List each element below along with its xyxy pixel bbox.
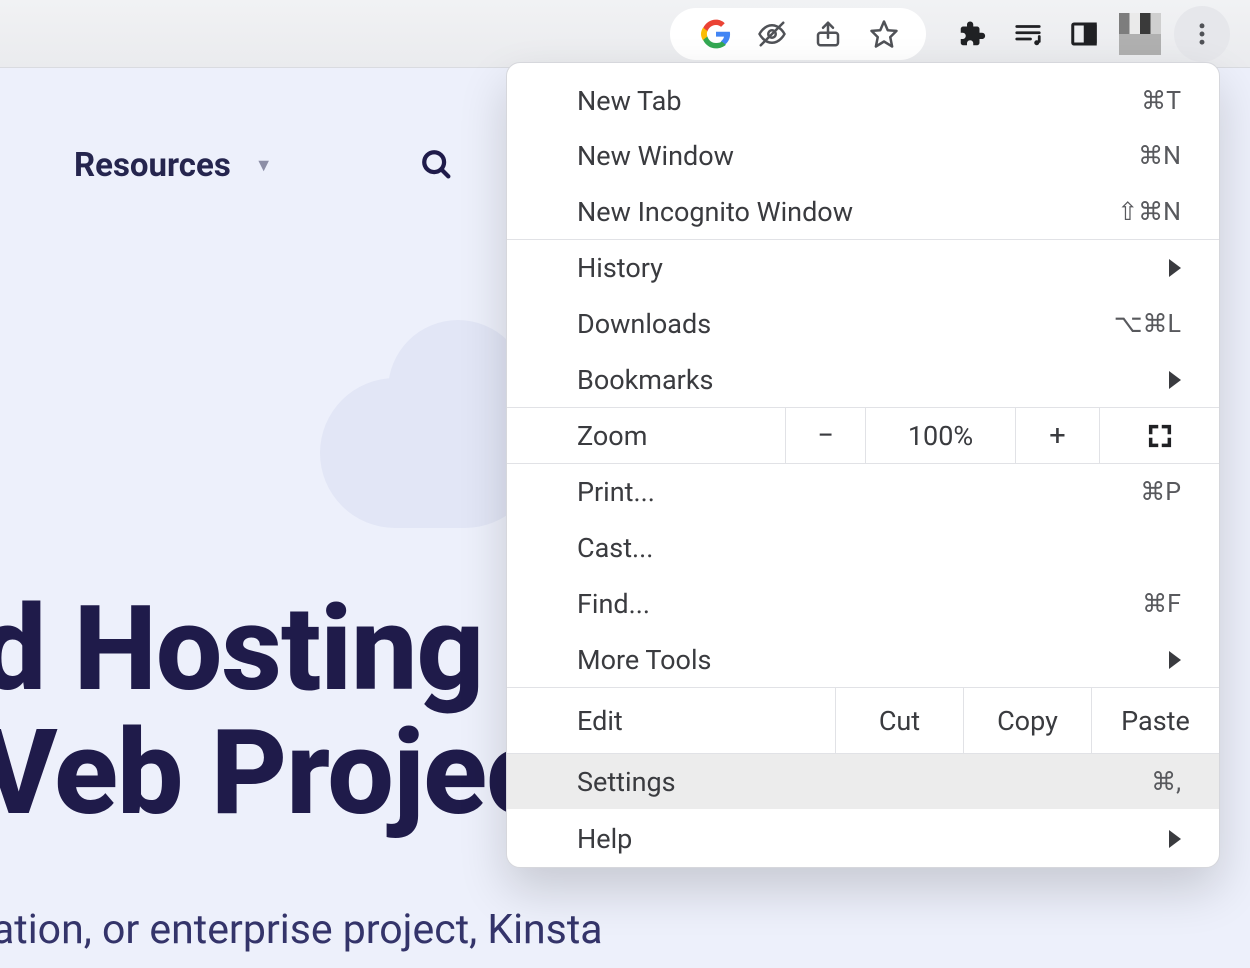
shortcut: ⇧⌘N <box>1117 197 1181 227</box>
star-icon[interactable] <box>856 6 912 62</box>
menu-new-incognito[interactable]: New Incognito Window ⇧⌘N <box>507 183 1219 239</box>
menu-find[interactable]: Find... ⌘F <box>507 575 1219 631</box>
shortcut: ⌘T <box>1141 86 1181 116</box>
shortcut: ⌘F <box>1142 589 1181 619</box>
nav-label: Resources <box>74 146 231 185</box>
shortcut: ⌥⌘L <box>1114 309 1181 339</box>
chrome-menu-button[interactable] <box>1174 6 1230 62</box>
side-panel-icon[interactable] <box>1056 6 1112 62</box>
menu-cast[interactable]: Cast... <box>507 519 1219 575</box>
menu-label: New Window <box>577 140 734 172</box>
menu-label: Print... <box>577 476 655 508</box>
omnibox-right <box>670 8 926 60</box>
submenu-arrow-icon <box>1169 830 1181 848</box>
menu-zoom-row: Zoom − 100% + <box>507 407 1219 463</box>
menu-label: More Tools <box>577 644 711 676</box>
menu-label: New Tab <box>577 85 682 117</box>
hero-subtext: ation, or enterprise project, Kinsta <box>0 906 603 954</box>
edit-cut-button[interactable]: Cut <box>835 688 963 753</box>
shortcut: ⌘P <box>1140 477 1181 507</box>
google-icon[interactable] <box>688 6 744 62</box>
edit-paste-button[interactable]: Paste <box>1091 688 1219 753</box>
nav-item-resources[interactable]: Resources ▼ <box>74 146 273 185</box>
menu-edit-row: Edit Cut Copy Paste <box>507 687 1219 753</box>
hero-line-2: Veb Project <box>0 712 586 836</box>
submenu-arrow-icon <box>1169 651 1181 669</box>
profile-avatar[interactable] <box>1112 6 1168 62</box>
menu-new-tab[interactable]: New Tab ⌘T <box>507 63 1219 127</box>
submenu-arrow-icon <box>1169 259 1181 277</box>
menu-label: New Incognito Window <box>577 196 853 228</box>
zoom-label: Zoom <box>507 408 785 463</box>
menu-bookmarks[interactable]: Bookmarks <box>507 351 1219 407</box>
shortcut: ⌘, <box>1151 767 1181 797</box>
menu-label: Help <box>577 823 632 855</box>
hero-heading: d Hosting Veb Project <box>0 588 586 836</box>
music-queue-icon[interactable] <box>1000 6 1056 62</box>
browser-toolbar <box>0 0 1250 68</box>
menu-label: Find... <box>577 588 650 620</box>
share-icon[interactable] <box>800 6 856 62</box>
menu-label: History <box>577 252 663 284</box>
menu-history[interactable]: History <box>507 239 1219 295</box>
menu-settings[interactable]: Settings ⌘, <box>507 753 1219 809</box>
menu-downloads[interactable]: Downloads ⌥⌘L <box>507 295 1219 351</box>
shortcut: ⌘N <box>1138 141 1181 171</box>
menu-help[interactable]: Help <box>507 809 1219 867</box>
menu-new-window[interactable]: New Window ⌘N <box>507 127 1219 183</box>
menu-label: Bookmarks <box>577 364 713 396</box>
fullscreen-button[interactable] <box>1099 408 1219 463</box>
eye-off-icon[interactable] <box>744 6 800 62</box>
extensions-icon[interactable] <box>944 6 1000 62</box>
search-icon[interactable] <box>420 148 454 186</box>
menu-label: Cast... <box>577 532 653 564</box>
menu-label: Downloads <box>577 308 711 340</box>
zoom-level: 100% <box>865 408 1015 463</box>
zoom-in-button[interactable]: + <box>1015 408 1099 463</box>
hero-line-1: d Hosting <box>0 588 586 712</box>
chevron-down-icon: ▼ <box>255 155 273 176</box>
submenu-arrow-icon <box>1169 371 1181 389</box>
chrome-menu: New Tab ⌘T New Window ⌘N New Incognito W… <box>506 62 1220 868</box>
zoom-out-button[interactable]: − <box>785 408 865 463</box>
edit-label: Edit <box>507 688 835 753</box>
menu-more-tools[interactable]: More Tools <box>507 631 1219 687</box>
edit-copy-button[interactable]: Copy <box>963 688 1091 753</box>
menu-label: Settings <box>577 766 676 798</box>
menu-print[interactable]: Print... ⌘P <box>507 463 1219 519</box>
